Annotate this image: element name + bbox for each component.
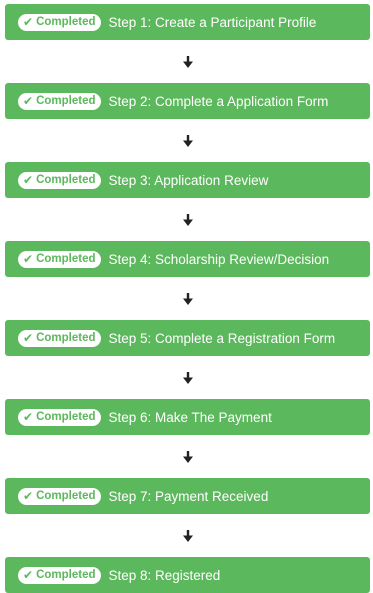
arrow-down-icon <box>5 198 370 241</box>
step-2: ✔ Completed Step 2: Complete a Applicatio… <box>5 83 370 119</box>
step-label: Step 5: Complete a Registration Form <box>108 330 336 346</box>
badge-label: Completed <box>36 490 96 502</box>
step-label: Step 6: Make The Payment <box>108 409 272 425</box>
completed-badge: ✔ Completed <box>18 487 102 505</box>
check-icon: ✔ <box>23 489 34 503</box>
badge-label: Completed <box>36 174 96 186</box>
step-8: ✔ Completed Step 8: Registered <box>5 557 370 593</box>
arrow-down-icon <box>5 40 370 83</box>
check-icon: ✔ <box>23 252 34 266</box>
badge-label: Completed <box>36 253 96 265</box>
completed-badge: ✔ Completed <box>18 329 102 347</box>
badge-label: Completed <box>36 569 96 581</box>
completed-badge: ✔ Completed <box>18 171 102 189</box>
completed-badge: ✔ Completed <box>18 566 102 584</box>
check-icon: ✔ <box>23 568 34 582</box>
step-label: Step 4: Scholarship Review/Decision <box>108 251 330 267</box>
badge-label: Completed <box>36 16 96 28</box>
step-label: Step 3: Application Review <box>108 172 269 188</box>
completed-badge: ✔ Completed <box>18 250 102 268</box>
arrow-down-icon <box>5 435 370 478</box>
check-icon: ✔ <box>23 94 34 108</box>
step-7: ✔ Completed Step 7: Payment Received <box>5 478 370 514</box>
step-6: ✔ Completed Step 6: Make The Payment <box>5 399 370 435</box>
badge-label: Completed <box>36 411 96 423</box>
step-list: ✔ Completed Step 1: Create a Participant … <box>5 4 370 593</box>
completed-badge: ✔ Completed <box>18 13 102 31</box>
completed-badge: ✔ Completed <box>18 408 102 426</box>
badge-label: Completed <box>36 332 96 344</box>
step-label: Step 1: Create a Participant Profile <box>108 14 317 30</box>
check-icon: ✔ <box>23 15 34 29</box>
step-label: Step 2: Complete a Application Form <box>108 93 329 109</box>
arrow-down-icon <box>5 356 370 399</box>
step-label: Step 8: Registered <box>108 567 221 583</box>
check-icon: ✔ <box>23 410 34 424</box>
arrow-down-icon <box>5 277 370 320</box>
check-icon: ✔ <box>23 331 34 345</box>
step-3: ✔ Completed Step 3: Application Review <box>5 162 370 198</box>
arrow-down-icon <box>5 514 370 557</box>
badge-label: Completed <box>36 95 96 107</box>
step-4: ✔ Completed Step 4: Scholarship Review/De… <box>5 241 370 277</box>
step-label: Step 7: Payment Received <box>108 488 269 504</box>
step-5: ✔ Completed Step 5: Complete a Registrati… <box>5 320 370 356</box>
check-icon: ✔ <box>23 173 34 187</box>
step-1: ✔ Completed Step 1: Create a Participant … <box>5 4 370 40</box>
completed-badge: ✔ Completed <box>18 92 102 110</box>
arrow-down-icon <box>5 119 370 162</box>
